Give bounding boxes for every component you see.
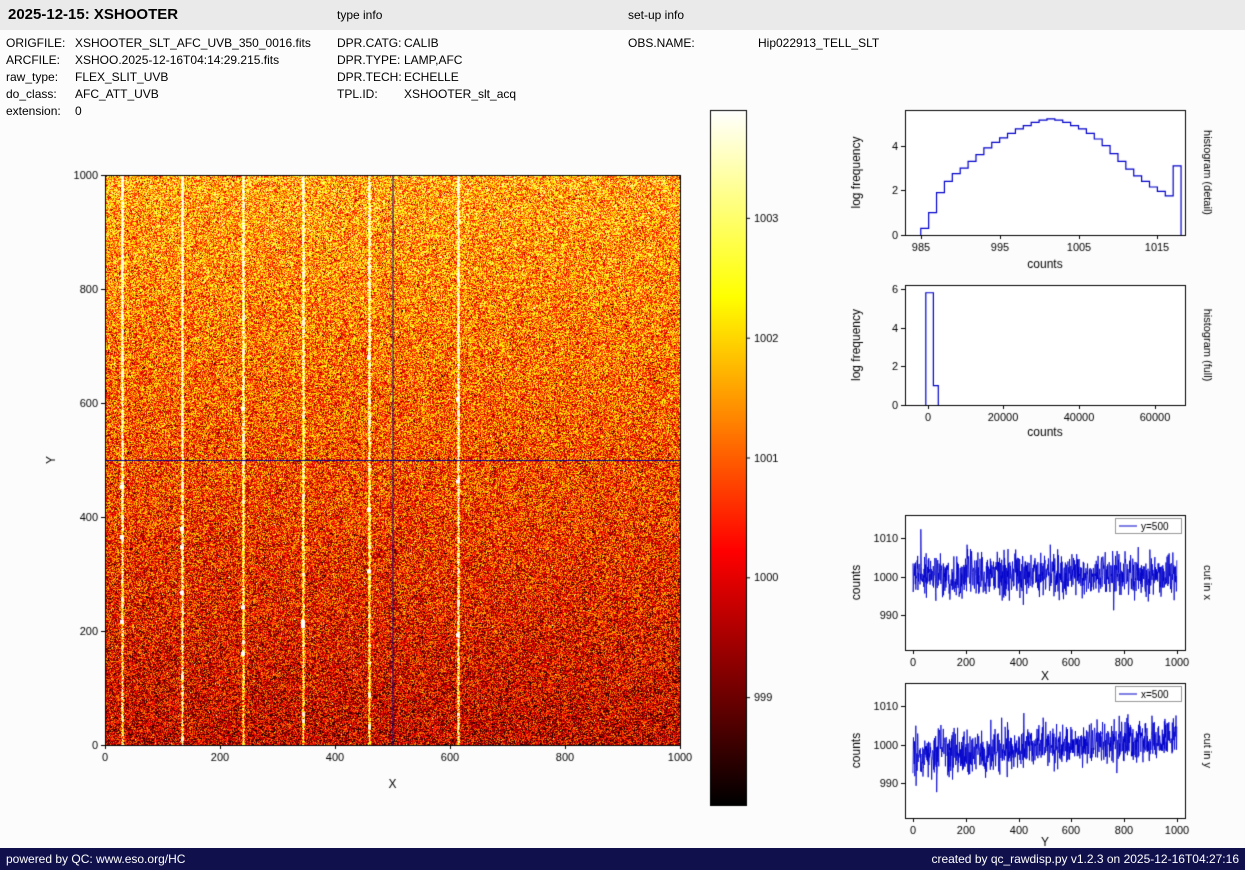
file-info-row: extension:0 (6, 103, 311, 120)
meta-value: FLEX_SLIT_UVB (75, 70, 168, 84)
colorbar (700, 100, 795, 820)
meta-label: DPR.CATG: (337, 35, 404, 52)
type-info-row: DPR.TYPE:LAMP,AFC (337, 52, 516, 69)
type-info-row: DPR.CATG:CALIB (337, 35, 516, 52)
raw-detector-image-plot (30, 140, 700, 810)
meta-label: ARCFILE: (6, 52, 75, 69)
footer-bar: powered by QC: www.eso.org/HC created by… (0, 848, 1245, 870)
page-title: 2025-12-15: XSHOOTER (8, 0, 178, 30)
meta-label: extension: (6, 103, 75, 120)
meta-label: DPR.TYPE: (337, 52, 404, 69)
meta-value: XSHOOTER_slt_acq (404, 87, 516, 101)
cut-in-y-plot (830, 663, 1220, 848)
file-info-row: raw_type:FLEX_SLIT_UVB (6, 69, 311, 86)
meta-value: AFC_ATT_UVB (75, 87, 159, 101)
qc-report-page: 2025-12-15: XSHOOTER type info set-up in… (0, 0, 1245, 870)
meta-label: ORIGFILE: (6, 35, 75, 52)
setup-info-header: set-up info (628, 0, 684, 30)
meta-label: raw_type: (6, 69, 75, 86)
file-info-row: ARCFILE:XSHOO.2025-12-16T04:14:29.215.fi… (6, 52, 311, 69)
meta-value: XSHOOTER_SLT_AFC_UVB_350_0016.fits (75, 36, 311, 50)
histogram-detail-plot (830, 95, 1220, 280)
file-info-block: ORIGFILE:XSHOOTER_SLT_AFC_UVB_350_0016.f… (6, 35, 311, 120)
type-info-row: DPR.TECH:ECHELLE (337, 69, 516, 86)
histogram-full-plot (830, 267, 1220, 452)
type-info-header: type info (337, 0, 382, 30)
header-bar: 2025-12-15: XSHOOTER type info set-up in… (0, 0, 1245, 30)
setup-info-row: OBS.NAME:Hip022913_TELL_SLT (628, 35, 879, 52)
meta-value: LAMP,AFC (404, 53, 462, 67)
footer-right-text: created by qc_rawdisp.py v1.2.3 on 2025-… (931, 848, 1239, 870)
meta-label: OBS.NAME: (628, 35, 758, 52)
footer-left-text: powered by QC: www.eso.org/HC (6, 848, 185, 870)
type-info-row: TPL.ID:XSHOOTER_slt_acq (337, 86, 516, 103)
meta-label: DPR.TECH: (337, 69, 404, 86)
meta-label: do_class: (6, 86, 75, 103)
file-info-row: ORIGFILE:XSHOOTER_SLT_AFC_UVB_350_0016.f… (6, 35, 311, 52)
setup-info-block: OBS.NAME:Hip022913_TELL_SLT (628, 35, 879, 52)
file-info-row: do_class:AFC_ATT_UVB (6, 86, 311, 103)
type-info-block: DPR.CATG:CALIB DPR.TYPE:LAMP,AFC DPR.TEC… (337, 35, 516, 103)
meta-value: Hip022913_TELL_SLT (758, 36, 879, 50)
meta-label: TPL.ID: (337, 86, 404, 103)
meta-value: XSHOO.2025-12-16T04:14:29.215.fits (75, 53, 279, 67)
meta-value: CALIB (404, 36, 439, 50)
meta-value: 0 (75, 104, 82, 118)
cut-in-x-plot (830, 495, 1220, 690)
meta-value: ECHELLE (404, 70, 459, 84)
